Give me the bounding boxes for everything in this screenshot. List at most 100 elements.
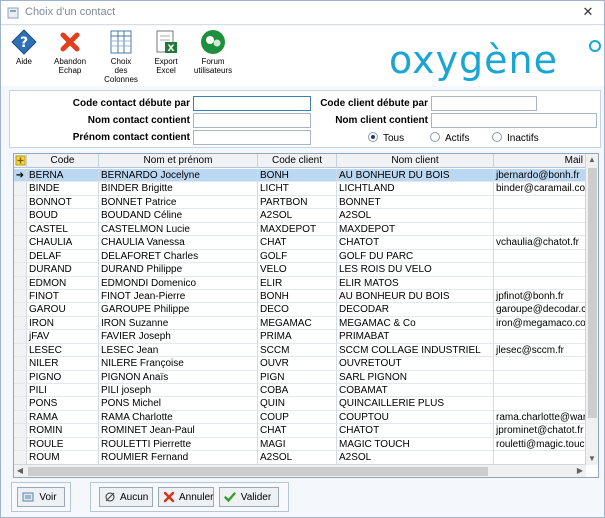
table-row[interactable]: DELAF DELAFORET Charles GOLF GOLF DU PARC	[14, 249, 586, 264]
table-row[interactable]: BOUD BOUDAND Céline A2SOL A2SOL	[14, 209, 586, 223]
radio-inactifs[interactable]: Inactifs	[492, 132, 539, 144]
code-contact-input[interactable]	[193, 96, 311, 111]
nom-contact-input[interactable]	[193, 113, 311, 128]
table-row[interactable]: ROMIN ROMINET Jean-Paul CHAT CHATOT jpromine…	[14, 424, 586, 438]
horizontal-scrollbar[interactable]: ◀ ▶	[14, 464, 586, 477]
cell-nom-client: AU BONHEUR DU BOIS	[337, 289, 494, 304]
horizontal-scroll-thumb[interactable]	[28, 467, 488, 476]
scroll-left-icon[interactable]: ◀	[14, 465, 26, 477]
scroll-down-icon[interactable]: ▼	[586, 453, 598, 465]
row-indicator[interactable]	[14, 330, 27, 344]
row-indicator[interactable]	[14, 263, 27, 277]
cell-nom-prenom: DURAND Philippe	[99, 263, 258, 277]
aucun-button[interactable]: Aucun	[99, 487, 153, 507]
table-row[interactable]: IRON IRON Suzanne MEGAMAC MEGAMAC & Co iron@…	[14, 316, 586, 331]
table-row[interactable]: NILER NILERE Françoise OUVR OUVRETOUT	[14, 357, 586, 371]
cell-nom-client: SCCM COLLAGE INDUSTRIEL	[337, 343, 494, 358]
row-indicator[interactable]	[14, 451, 27, 465]
columns-button[interactable]: Choix des Colonnes	[101, 29, 141, 84]
columns-label-2: des	[114, 66, 128, 75]
forum-button[interactable]: Forum utilisateurs	[191, 29, 235, 75]
row-indicator[interactable]	[14, 357, 27, 371]
grid-settings-icon[interactable]	[14, 154, 27, 168]
row-indicator[interactable]	[14, 397, 27, 411]
table-row[interactable]: RAMA RAMA Charlotte COUP COUPTOU rama.charlo…	[14, 410, 586, 425]
col-header-code-client[interactable]: Code client	[258, 154, 337, 168]
table-row[interactable]: FINOT FINOT Jean-Pierre BONH AU BONHEUR DU …	[14, 289, 586, 304]
row-indicator[interactable]	[14, 437, 27, 452]
close-icon[interactable]: ✕	[578, 3, 598, 21]
valider-button[interactable]: Valider	[219, 487, 279, 507]
export-excel-button[interactable]: X Export Excel	[149, 29, 183, 75]
cell-mail: iron@megamaco.co	[494, 316, 586, 331]
contact-chooser-window: Choix d'un contact ✕ ? Aide Abandon Echa…	[0, 0, 605, 518]
col-header-mail[interactable]: Mail	[494, 154, 586, 168]
aucun-label: Aucun	[120, 492, 149, 503]
table-row[interactable]: LESEC LESEC Jean SCCM SCCM COLLAGE INDUSTRI…	[14, 343, 586, 358]
scroll-up-icon[interactable]: ▲	[586, 154, 598, 166]
table-row[interactable]: PIGNO PIGNON Anaïs PIGN SARL PIGNON	[14, 370, 586, 384]
cell-code-client: MAXDEPOT	[258, 222, 337, 237]
table-row[interactable]: ➜ BERNA BERNARDO Jocelyne BONH AU BONHEUR DU…	[14, 169, 586, 183]
row-indicator[interactable]	[14, 343, 27, 358]
nom-client-input[interactable]	[431, 113, 597, 128]
table-row[interactable]: ROUM ROUMIER Fernand A2SOL A2SOL	[14, 451, 586, 465]
row-indicator[interactable]	[14, 370, 27, 384]
row-indicator[interactable]	[14, 249, 27, 264]
row-indicator[interactable]	[14, 236, 27, 250]
row-indicator[interactable]	[14, 276, 27, 290]
row-indicator[interactable]	[14, 209, 27, 223]
row-indicator[interactable]	[14, 182, 27, 196]
row-indicator[interactable]	[14, 195, 27, 210]
cell-nom-prenom: IRON Suzanne	[99, 316, 258, 331]
vertical-scroll-thumb[interactable]	[588, 168, 597, 418]
cell-code-client: A2SOL	[258, 209, 337, 223]
table-row[interactable]: GAROU GAROUPE Philippe DECO DECODAR garoupe@…	[14, 303, 586, 317]
row-indicator[interactable]	[14, 316, 27, 331]
help-button[interactable]: ? Aide	[9, 29, 39, 66]
table-row[interactable]: CASTEL CASTELMON Lucie MAXDEPOT MAXDEPOT	[14, 222, 586, 237]
radio-actifs[interactable]: Actifs	[430, 132, 469, 144]
radio-tous[interactable]: Tous	[368, 132, 404, 144]
row-indicator[interactable]	[14, 222, 27, 237]
cell-nom-client: LICHTLAND	[337, 182, 494, 196]
cell-nom-client: A2SOL	[337, 451, 494, 465]
current-row-arrow-icon[interactable]: ➜	[14, 169, 27, 183]
col-header-code[interactable]: Code	[27, 154, 99, 168]
search-panel: Code contact débute par Nom contact cont…	[9, 90, 601, 148]
cell-nom-client: MAXDEPOT	[337, 222, 494, 237]
row-indicator[interactable]	[14, 410, 27, 425]
annuler-button[interactable]: Annuler	[158, 487, 214, 507]
cell-nom-prenom: FAVIER Joseph	[99, 330, 258, 344]
voir-button[interactable]: Voir	[17, 487, 65, 507]
table-row[interactable]: BONNOT BONNET Patrice PARTBON BONNET	[14, 195, 586, 210]
action-button-group: Aucun Annuler Valider	[90, 482, 289, 512]
row-indicator[interactable]	[14, 289, 27, 304]
cell-mail	[494, 384, 586, 398]
row-indicator[interactable]	[14, 303, 27, 317]
prenom-contact-input[interactable]	[193, 130, 311, 145]
cell-mail: jlesec@sccm.fr	[494, 343, 586, 358]
table-row[interactable]: DURAND DURAND Philippe VELO LES ROIS DU VEL…	[14, 263, 586, 277]
cell-code: NILER	[27, 357, 99, 371]
cell-code-client: LICHT	[258, 182, 337, 196]
table-row[interactable]: PONS PONS Michel QUIN QUINCAILLERIE PLUS	[14, 397, 586, 411]
row-indicator[interactable]	[14, 424, 27, 438]
table-row[interactable]: ROULE ROULETTI Pierrette MAGI MAGIC TOUCH ro…	[14, 437, 586, 452]
row-indicator[interactable]	[14, 384, 27, 398]
table-row[interactable]: PILI PILI joseph COBA COBAMAT	[14, 384, 586, 398]
table-row[interactable]: EDMON EDMONDI Domenico ELIR ELIR MATOS	[14, 276, 586, 290]
table-row[interactable]: BINDE BINDER Brigitte LICHT LICHTLAND binder…	[14, 182, 586, 196]
table-row[interactable]: CHAULIA CHAULIA Vanessa CHAT CHATOT vchaulia…	[14, 236, 586, 250]
col-header-nom-client[interactable]: Nom client	[337, 154, 494, 168]
abandon-button[interactable]: Abandon Echap	[51, 29, 89, 75]
cell-nom-client: PRIMABAT	[337, 330, 494, 344]
table-row[interactable]: jFAV FAVIER Joseph PRIMA PRIMABAT	[14, 330, 586, 344]
scroll-right-icon[interactable]: ▶	[574, 465, 586, 477]
code-client-input[interactable]	[431, 96, 537, 111]
cell-code-client: BONH	[258, 289, 337, 304]
vertical-scrollbar[interactable]: ▲ ▼	[585, 154, 598, 465]
view-button-group: Voir	[11, 482, 71, 512]
cell-code: PIGNO	[27, 370, 99, 384]
col-header-nom-prenom[interactable]: Nom et prénom	[99, 154, 258, 168]
